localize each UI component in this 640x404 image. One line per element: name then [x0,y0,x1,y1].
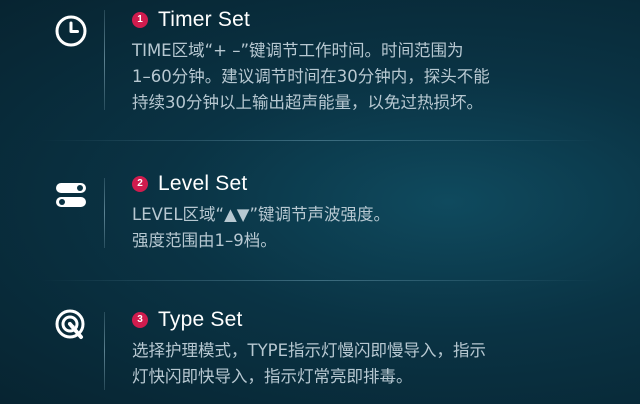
touch-target-icon [52,306,90,344]
description-line: 选择护理模式，TYPE指示灯慢闪即慢导入，指示 [132,341,487,360]
section-description: TIME区域“+ –”键调节工作时间。时间范围为 1–60分钟。建议调节时间在3… [132,38,572,116]
horizontal-divider [40,280,600,281]
level-set-section: 2 Level Set LEVEL区域“▲▼”键调节声波强度。 强度范围由1–9… [0,142,640,280]
section-description: 选择护理模式，TYPE指示灯慢闪即慢导入，指示 灯快闪即快导入，指示灯常亮即排毒… [132,338,572,390]
vertical-separator [104,10,105,110]
section-heading: 2 Level Set [132,172,247,196]
clock-icon [52,12,90,50]
description-line: 1–60分钟。建议调节时间在30分钟内，探头不能 [132,67,490,86]
timer-set-section: 1 Timer Set TIME区域“+ –”键调节工作时间。时间范围为 1–6… [0,0,640,140]
section-heading: 3 Type Set [132,308,242,332]
description-line: TIME区域“+ –”键调节工作时间。时间范围为 [132,41,464,60]
description-line: 灯快闪即快导入，指示灯常亮即排毒。 [132,367,413,386]
section-heading: 1 Timer Set [132,8,250,32]
description-line: 强度范围由1–9档。 [132,231,277,250]
section-title: Type Set [158,308,243,331]
number-badge: 2 [132,176,148,192]
description-line: LEVEL区域“▲▼”键调节声波强度。 [132,205,390,224]
section-title: Timer Set [158,8,251,31]
number-badge: 3 [132,312,148,328]
horizontal-divider [40,140,600,141]
type-set-section: 3 Type Set 选择护理模式，TYPE指示灯慢闪即慢导入，指示 灯快闪即快… [0,282,640,404]
number-badge: 1 [132,12,148,28]
section-description: LEVEL区域“▲▼”键调节声波强度。 强度范围由1–9档。 [132,202,572,254]
description-line: 持续30分钟以上输出超声能量，以免过热损坏。 [132,93,483,112]
vertical-separator [104,312,105,390]
toggle-switches-icon [52,176,90,214]
section-title: Level Set [158,172,248,195]
vertical-separator [104,178,105,248]
